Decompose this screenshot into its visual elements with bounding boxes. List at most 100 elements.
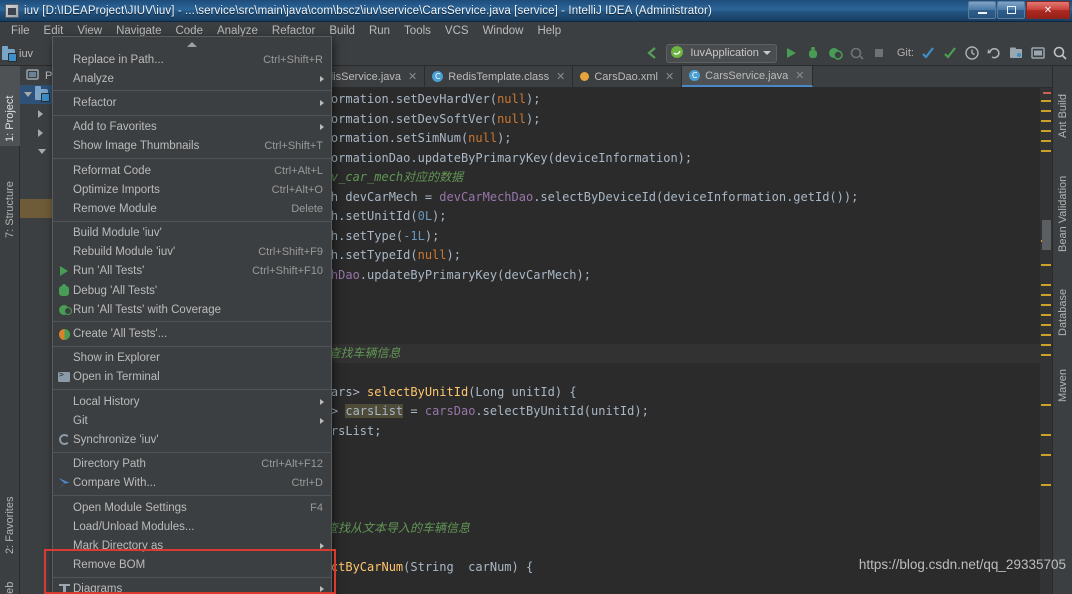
sidebar-item-structure[interactable]: 7: Structure (0, 150, 20, 242)
code-line: rMech.setType(-1L); (302, 228, 440, 243)
tab-carsservice-java[interactable]: C CarsService.java ✕ (682, 66, 813, 87)
menu-item-analyze[interactable]: Analyze (53, 69, 331, 88)
menu-item-build-module[interactable]: Build Module 'iuv' (53, 224, 331, 243)
menu-separator (53, 114, 331, 116)
sidebar-item-maven[interactable]: Maven (1053, 344, 1072, 406)
menu-file[interactable]: File (4, 24, 37, 38)
sidebar-item-project[interactable]: 1: Project (0, 66, 20, 146)
breadcrumb-label: iuv (19, 48, 34, 60)
code-line: rMech.setUnitId(0L); (302, 209, 447, 223)
sidebar-item-favorites[interactable]: 2: Favorites (0, 466, 20, 558)
sidebar-item-ant-build[interactable]: Ant Build (1053, 66, 1072, 142)
chevron-down-icon[interactable] (38, 149, 46, 154)
menu-item-synchronize[interactable]: Synchronize 'iuv' (53, 430, 331, 449)
menu-item-show-image-thumbnails[interactable]: Show Image Thumbnails Ctrl+Shift+T (53, 137, 331, 156)
submenu-arrow-icon (320, 124, 324, 131)
close-button[interactable]: ✕ (1026, 1, 1070, 19)
menu-item-create-all-tests[interactable]: Create 'All Tests'... (53, 324, 331, 343)
menu-item-diagrams[interactable]: Diagrams (53, 580, 331, 594)
close-icon[interactable]: ✕ (556, 70, 565, 83)
debug-icon[interactable] (805, 45, 821, 61)
menu-item-optimize-imports[interactable]: Optimize Imports Ctrl+Alt+O (53, 180, 331, 199)
menu-tools[interactable]: Tools (397, 24, 438, 38)
layout-icon[interactable] (1030, 45, 1046, 61)
menu-item-add-to-favorites[interactable]: Add to Favorites (53, 118, 331, 137)
run-config-label: IuvApplication (690, 47, 759, 59)
menu-help[interactable]: Help (530, 24, 568, 38)
sidebar-item-web[interactable]: Web (0, 562, 20, 594)
code-line: eInformation.setSimNum(null); (302, 131, 512, 145)
menu-item-label: Open in Terminal (73, 371, 160, 384)
menu-item-compare-with[interactable]: Compare With... Ctrl+D (53, 474, 331, 493)
chevron-right-icon[interactable] (38, 109, 43, 118)
git-commit-icon[interactable] (942, 45, 958, 61)
menu-item-debug-all-tests[interactable]: Debug 'All Tests' (53, 281, 331, 300)
menu-item-load-unload-modules[interactable]: Load/Unload Modules... (53, 517, 331, 536)
menu-item-open-module-settings[interactable]: Open Module Settings F4 (53, 498, 331, 517)
tab-redistemplate-class[interactable]: C RedisTemplate.class ✕ (425, 66, 574, 87)
menu-vcs[interactable]: VCS (438, 24, 476, 38)
web-tab-label: Web (4, 581, 16, 594)
menu-window[interactable]: Window (476, 24, 531, 38)
menu-item-label: Show in Explorer (73, 352, 160, 365)
menu-item-label: Reformat Code (73, 164, 151, 177)
chevron-right-icon[interactable] (38, 128, 43, 137)
close-icon[interactable]: ✕ (408, 70, 417, 83)
window-controls: ✕ (968, 1, 1070, 19)
rollback-icon[interactable] (986, 45, 1002, 61)
menu-item-shortcut: Delete (291, 202, 323, 215)
chevron-down-icon[interactable] (762, 51, 771, 55)
menu-item-label: Diagrams (73, 583, 123, 594)
code-editor[interactable]: eInformation.setDevHardVer(null); eInfor… (296, 88, 1052, 594)
code-line: rMech.setTypeId(null); (302, 248, 461, 262)
menu-separator (53, 451, 331, 453)
run-icon[interactable] (783, 45, 799, 61)
menu-item-directory-path[interactable]: Directory Path Ctrl+Alt+F12 (53, 455, 331, 474)
run-with-coverage-icon[interactable] (827, 45, 843, 61)
close-icon[interactable]: ✕ (665, 70, 674, 83)
error-stripe-scrollbar[interactable] (1040, 88, 1052, 594)
settings-icon[interactable] (1008, 45, 1024, 61)
search-everywhere-icon[interactable] (1052, 45, 1068, 61)
menu-item-label: Synchronize 'iuv' (73, 433, 159, 446)
git-update-icon[interactable] (920, 45, 936, 61)
menu-item-local-history[interactable]: Local History (53, 392, 331, 411)
project-tab-label: 1: Project (4, 95, 16, 142)
run-configuration-selector[interactable]: IuvApplication (666, 43, 777, 63)
menu-item-mark-directory-as[interactable]: Mark Directory as (53, 536, 331, 555)
code-line: 牌号查找从文本导入的车辆信息 (302, 521, 471, 535)
menu-item-label: Replace in Path... (73, 53, 164, 66)
back-arrow-icon[interactable] (644, 45, 660, 61)
menu-item-rebuild-module[interactable]: Rebuild Module 'iuv' Ctrl+Shift+F9 (53, 243, 331, 262)
diagrams-icon (55, 584, 73, 594)
menu-item-label: Refactor (73, 96, 117, 109)
menu-item-refactor[interactable]: Refactor (53, 93, 331, 112)
menu-item-replace-in-path[interactable]: Replace in Path... Ctrl+Shift+R (53, 50, 331, 69)
maximize-button[interactable] (997, 1, 1025, 19)
sidebar-item-database[interactable]: Database (1053, 260, 1072, 340)
menu-item-remove-bom[interactable]: Remove BOM (53, 556, 331, 575)
tab-carsdao-xml[interactable]: CarsDao.xml ✕ (573, 66, 683, 87)
menu-item-label: Git (73, 414, 88, 427)
menu-item-run-all-tests-with-coverage[interactable]: Run 'All Tests' with Coverage (53, 300, 331, 319)
menu-item-reformat-code[interactable]: Reformat Code Ctrl+Alt+L (53, 161, 331, 180)
menu-item-git[interactable]: Git (53, 411, 331, 430)
title-bar: iuv [D:\IDEAProject\JIUV\iuv] - ...\serv… (0, 0, 1072, 22)
close-icon[interactable]: ✕ (795, 69, 804, 82)
menu-item-remove-module[interactable]: Remove Module Delete (53, 199, 331, 218)
menu-item-show-in-explorer[interactable]: Show in Explorer (53, 349, 331, 368)
sidebar-item-bean-validation[interactable]: Bean Validation (1053, 146, 1072, 256)
history-icon[interactable] (964, 45, 980, 61)
menu-scroll-up-icon[interactable] (53, 39, 331, 50)
menu-item-run-all-tests[interactable]: Run 'All Tests' Ctrl+Shift+F10 (53, 262, 331, 281)
code-line: n carsList; (302, 423, 382, 438)
submenu-arrow-icon (320, 586, 324, 593)
chevron-down-icon[interactable] (24, 92, 32, 97)
tab-label: RedisTemplate.class (448, 70, 550, 83)
minimize-button[interactable] (968, 1, 996, 19)
menu-separator (53, 345, 331, 347)
menu-run[interactable]: Run (362, 24, 397, 38)
menu-item-open-in-terminal[interactable]: Open in Terminal (53, 368, 331, 387)
code-line: Cars> carsList = carsDao.selectByUnitId(… (302, 404, 649, 418)
